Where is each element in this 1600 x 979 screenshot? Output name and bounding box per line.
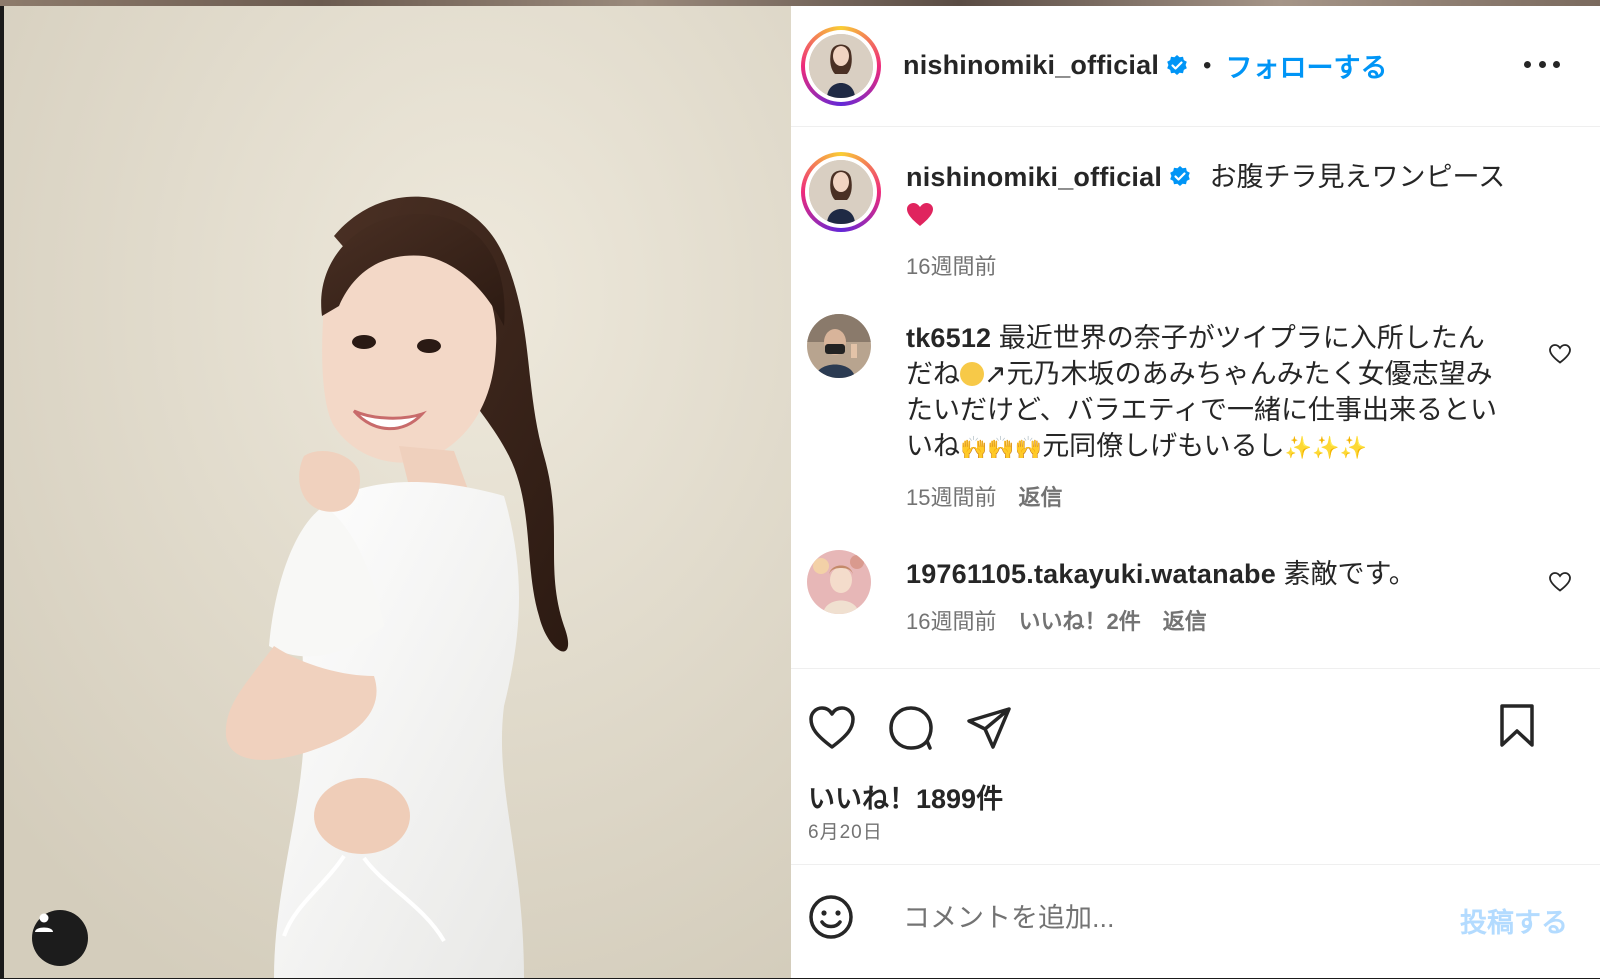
reply-button[interactable]: 返信 — [1163, 609, 1207, 634]
comment-bubble-icon[interactable] — [887, 705, 935, 751]
comment-time[interactable]: 15週間前 — [906, 485, 996, 510]
post-header: nishinomiki_official • フォローする — [791, 6, 1600, 127]
commenter-username[interactable]: 19761105.takayuki.watanabe — [906, 559, 1276, 589]
post-date: 6月20日 — [808, 822, 883, 843]
red-heart-icon — [907, 203, 933, 226]
like-heart-icon[interactable] — [808, 705, 856, 751]
likes-count[interactable]: いいね！1899件 — [808, 777, 1003, 816]
comment-input[interactable] — [901, 897, 1405, 939]
commenter-avatar[interactable] — [807, 314, 871, 378]
commenter-username[interactable]: tk6512 — [906, 323, 991, 353]
caption-author-avatar[interactable] — [801, 152, 881, 232]
commenter-avatar[interactable] — [807, 550, 871, 614]
verified-badge-icon — [1170, 166, 1190, 186]
comment-text: tk6512 最近世界の奈子がツイプラに入所したんだね ↗元乃木坂のあみちゃんみた… — [906, 320, 1506, 516]
more-options-icon[interactable] — [1524, 50, 1560, 78]
instagram-post-viewer: nishinomiki_official • フォローする nishinomik… — [0, 0, 1600, 978]
comment-meta: 16週間前 いいね！2件 返信 — [906, 604, 1506, 640]
save-bookmark-icon[interactable] — [1497, 703, 1537, 749]
tagged-users-button[interactable] — [32, 910, 88, 966]
verified-badge-icon — [1167, 54, 1187, 75]
person-icon — [35, 913, 53, 932]
caption-text: nishinomiki_official お腹チラ見えワンピース 16週間前 — [906, 158, 1526, 286]
author-username[interactable]: nishinomiki_official — [903, 50, 1159, 81]
laughing-emoji-icon — [960, 362, 984, 386]
post-side-panel: nishinomiki_official • フォローする nishinomik… — [791, 6, 1600, 978]
comment-time[interactable]: 16週間前 — [906, 609, 996, 634]
raised-hands-icon: 🙌🙌🙌 — [960, 435, 1043, 460]
comment-like-heart-icon[interactable] — [1548, 570, 1572, 594]
reply-button[interactable]: 返信 — [1018, 485, 1062, 510]
post-photo[interactable] — [4, 6, 791, 978]
comment-body: 素敵です。 — [1283, 559, 1416, 589]
follow-button[interactable]: フォローする — [1225, 46, 1387, 85]
post-comment-button[interactable]: 投稿する — [1460, 901, 1568, 940]
header-line: nishinomiki_official • フォローする — [903, 46, 1387, 85]
comment-text: 19761105.takayuki.watanabe 素敵です。 16週間前 いい… — [906, 556, 1506, 640]
share-send-icon[interactable] — [965, 705, 1013, 751]
caption-time[interactable]: 16週間前 — [906, 248, 1526, 286]
comment-likes-count[interactable]: いいね！2件 — [1018, 609, 1140, 634]
caption-body: お腹チラ見えワンピース — [1209, 162, 1506, 192]
comment-composer: 投稿する — [791, 864, 1600, 979]
sparkles-icon: ✨✨✨ — [1284, 435, 1367, 460]
comment-like-heart-icon[interactable] — [1548, 342, 1572, 366]
emoji-smiley-icon[interactable] — [807, 893, 855, 941]
comment-meta: 15週間前 返信 — [906, 480, 1506, 516]
post-actions: いいね！1899件 6月20日 — [791, 668, 1600, 869]
comment-body-3: 元同僚しげもいるし — [1042, 431, 1285, 461]
author-avatar[interactable] — [801, 26, 881, 106]
photo-illustration — [4, 6, 791, 978]
separator-dot: • — [1203, 51, 1212, 79]
caption-username[interactable]: nishinomiki_official — [906, 162, 1162, 192]
